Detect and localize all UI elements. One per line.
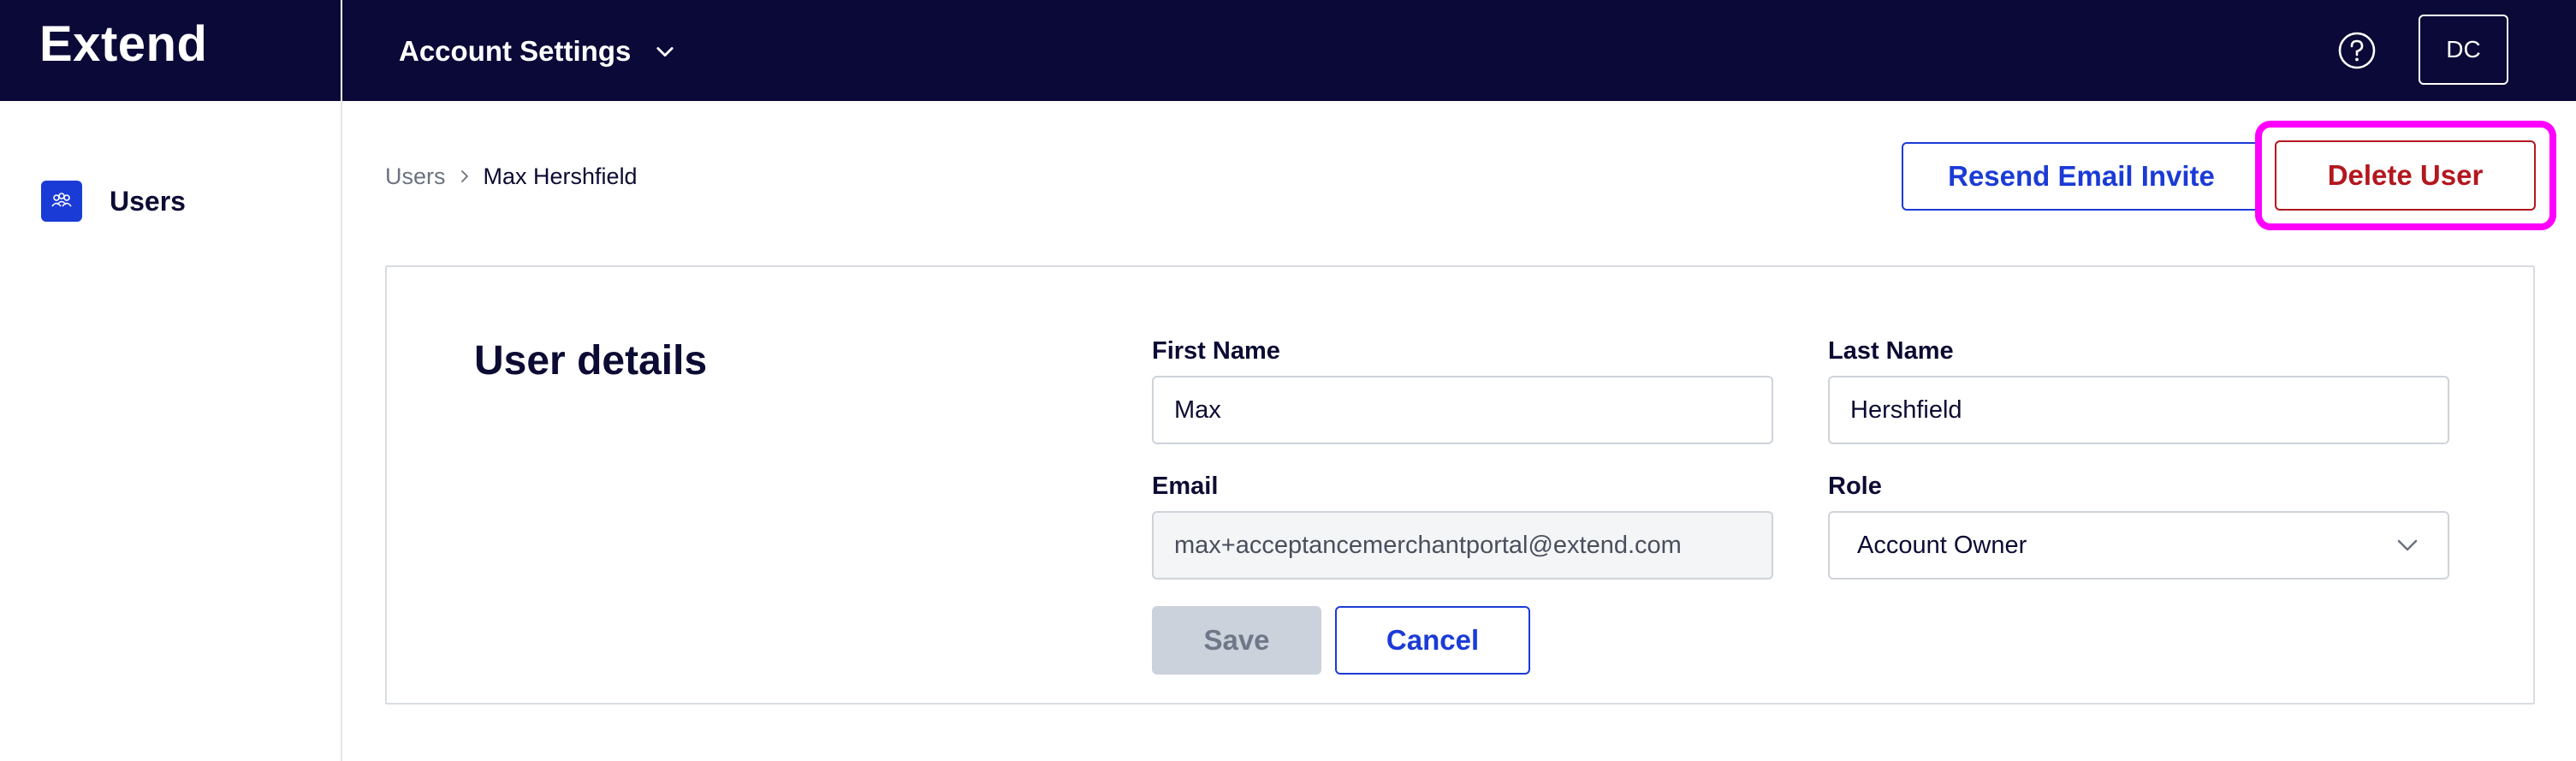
last-name-input[interactable] bbox=[1828, 376, 2449, 444]
extend-logo[interactable]: Extend bbox=[39, 15, 207, 73]
top-navigation-bar: Extend Account Settings DC bbox=[0, 0, 2576, 101]
first-name-input[interactable] bbox=[1152, 376, 1773, 444]
chevron-down-icon bbox=[2397, 539, 2418, 551]
account-settings-label: Account Settings bbox=[399, 35, 632, 67]
section-title: User details bbox=[474, 338, 708, 383]
role-select-value: Account Owner bbox=[1857, 531, 2027, 559]
help-icon[interactable] bbox=[2337, 31, 2377, 70]
role-select[interactable]: Account Owner bbox=[1828, 511, 2449, 580]
first-name-label: First Name bbox=[1152, 337, 1280, 365]
save-button[interactable]: Save bbox=[1152, 606, 1321, 675]
account-settings-menu[interactable]: Account Settings bbox=[399, 27, 677, 75]
role-label: Role bbox=[1828, 473, 1882, 500]
delete-user-button[interactable]: Delete User bbox=[2275, 140, 2536, 211]
user-details-card: User details First Name Last Name Email … bbox=[385, 265, 2535, 705]
email-label: Email bbox=[1152, 473, 1219, 500]
breadcrumb-users-link[interactable]: Users bbox=[385, 163, 446, 190]
user-avatar-button[interactable]: DC bbox=[2419, 15, 2508, 85]
resend-email-invite-button[interactable]: Resend Email Invite bbox=[1902, 142, 2261, 211]
email-field bbox=[1152, 511, 1773, 580]
chevron-down-icon bbox=[656, 47, 674, 57]
users-icon bbox=[41, 181, 82, 222]
sidebar-item-users[interactable]: Users bbox=[41, 180, 186, 223]
sidebar-item-label: Users bbox=[110, 185, 186, 217]
cancel-button[interactable]: Cancel bbox=[1335, 606, 1530, 675]
breadcrumb-current: Max Hershfield bbox=[483, 163, 638, 189]
logo-area: Extend bbox=[0, 0, 342, 101]
last-name-label: Last Name bbox=[1828, 337, 1954, 365]
sidebar: Users bbox=[0, 101, 342, 761]
breadcrumb: Users Max Hershfield bbox=[385, 159, 638, 193]
chevron-right-icon bbox=[460, 170, 468, 182]
